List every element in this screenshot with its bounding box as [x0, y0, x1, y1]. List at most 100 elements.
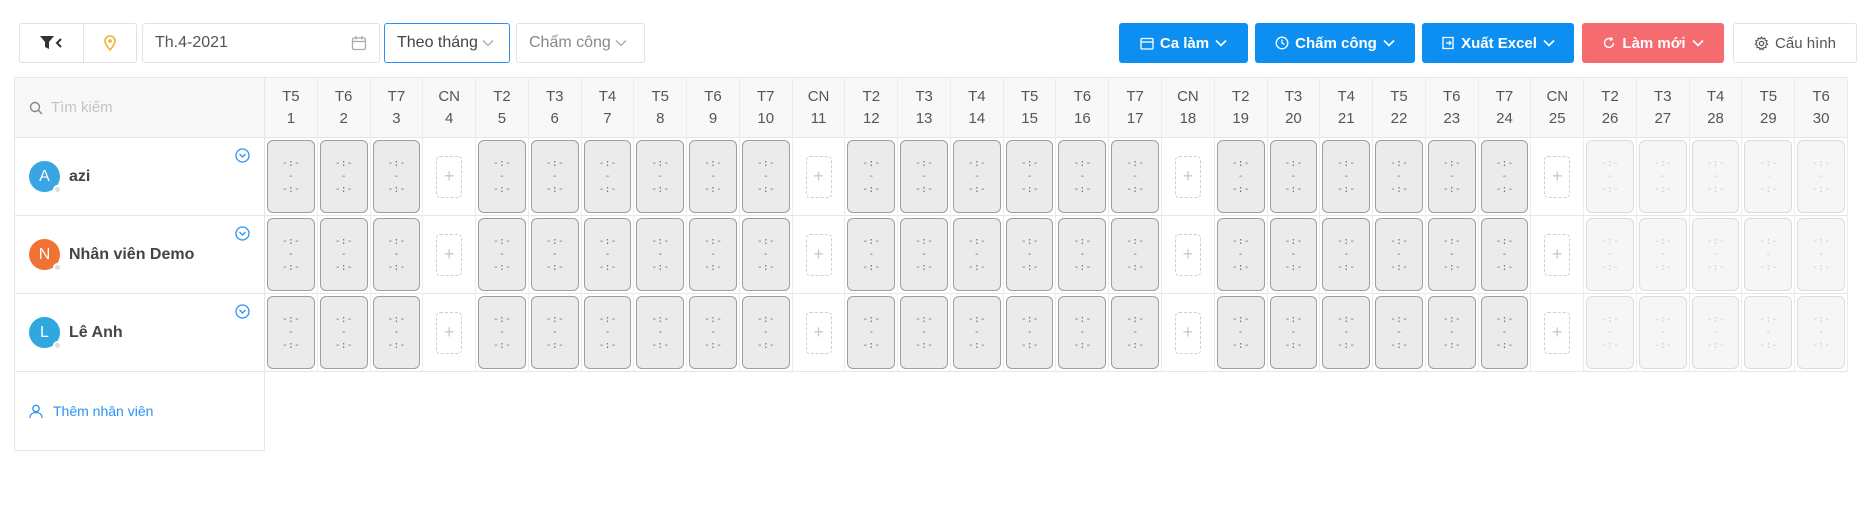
- shift-cell[interactable]: -:- - -:-: [1322, 140, 1371, 213]
- shift-cell[interactable]: -:- - -:-: [900, 140, 948, 213]
- cham-cong-button[interactable]: Chấm công: [1255, 23, 1415, 63]
- shift-cell[interactable]: -:- - -:-: [741, 296, 790, 369]
- shift-cell[interactable]: -:- - -:-: [1691, 218, 1740, 291]
- lam-moi-button[interactable]: Làm mới: [1582, 23, 1724, 63]
- shift-cell[interactable]: -:- - -:-: [319, 218, 368, 291]
- view-select[interactable]: Theo tháng: [384, 23, 510, 63]
- shift-cell[interactable]: -:- - -:-: [1744, 140, 1793, 213]
- shift-cell[interactable]: -:- - -:-: [952, 218, 1001, 291]
- xuat-excel-button[interactable]: Xuất Excel: [1422, 23, 1574, 63]
- shift-cell[interactable]: -:- - -:-: [319, 140, 368, 213]
- shift-cell[interactable]: -:- - -:-: [847, 218, 896, 291]
- shift-cell[interactable]: -:- - -:-: [1691, 296, 1740, 369]
- shift-cell[interactable]: -:- - -:-: [1375, 218, 1423, 291]
- shift-cell[interactable]: -:- - -:-: [1744, 296, 1793, 369]
- shift-cell[interactable]: -:- - -:-: [530, 140, 579, 213]
- add-shift-button[interactable]: +: [1174, 233, 1201, 276]
- shift-cell[interactable]: -:- - -:-: [1216, 296, 1265, 369]
- shift-cell[interactable]: -:- - -:-: [1638, 218, 1687, 291]
- shift-cell[interactable]: -:- - -:-: [583, 140, 632, 213]
- shift-cell[interactable]: -:- - -:-: [372, 140, 421, 213]
- shift-cell[interactable]: -:- - -:-: [583, 296, 632, 369]
- shift-cell[interactable]: -:- - -:-: [1111, 296, 1160, 369]
- add-shift-button[interactable]: +: [805, 233, 832, 276]
- shift-cell[interactable]: -:- - -:-: [1269, 218, 1318, 291]
- shift-cell[interactable]: -:- - -:-: [1005, 218, 1054, 291]
- shift-cell[interactable]: -:- - -:-: [1005, 140, 1054, 213]
- shift-cell[interactable]: -:- - -:-: [952, 296, 1001, 369]
- shift-cell[interactable]: -:- - -:-: [478, 296, 526, 369]
- shift-cell[interactable]: -:- - -:-: [1797, 218, 1845, 291]
- shift-cell[interactable]: -:- - -:-: [900, 296, 948, 369]
- shift-cell[interactable]: -:- - -:-: [1058, 140, 1107, 213]
- shift-cell[interactable]: -:- - -:-: [319, 296, 368, 369]
- chevron-down-circle-icon[interactable]: [235, 226, 250, 246]
- add-shift-button[interactable]: +: [1544, 311, 1571, 354]
- add-employee-button[interactable]: Thêm nhân viên: [14, 372, 265, 451]
- shift-cell[interactable]: -:- - -:-: [1480, 140, 1529, 213]
- shift-cell[interactable]: -:- - -:-: [478, 218, 526, 291]
- add-shift-button[interactable]: +: [805, 155, 832, 198]
- shift-cell[interactable]: -:- - -:-: [952, 140, 1001, 213]
- shift-cell[interactable]: -:- - -:-: [636, 218, 685, 291]
- cau-hinh-button[interactable]: Cấu hình: [1733, 23, 1857, 63]
- shift-cell[interactable]: -:- - -:-: [1322, 218, 1371, 291]
- add-shift-button[interactable]: +: [436, 155, 463, 198]
- shift-cell[interactable]: -:- - -:-: [1427, 218, 1476, 291]
- chevron-down-circle-icon[interactable]: [235, 304, 250, 324]
- shift-cell[interactable]: -:- - -:-: [1375, 140, 1423, 213]
- shift-cell[interactable]: -:- - -:-: [267, 296, 315, 369]
- shift-cell[interactable]: -:- - -:-: [1586, 296, 1634, 369]
- shift-cell[interactable]: -:- - -:-: [372, 218, 421, 291]
- add-shift-button[interactable]: +: [436, 233, 463, 276]
- shift-cell[interactable]: -:- - -:-: [741, 140, 790, 213]
- shift-cell[interactable]: -:- - -:-: [1005, 296, 1054, 369]
- shift-cell[interactable]: -:- - -:-: [636, 140, 685, 213]
- shift-cell[interactable]: -:- - -:-: [847, 140, 896, 213]
- shift-cell[interactable]: -:- - -:-: [1322, 296, 1371, 369]
- shift-cell[interactable]: -:- - -:-: [847, 296, 896, 369]
- shift-cell[interactable]: -:- - -:-: [1269, 296, 1318, 369]
- location-button[interactable]: [82, 24, 136, 62]
- shift-cell[interactable]: -:- - -:-: [1586, 218, 1634, 291]
- shift-cell[interactable]: -:- - -:-: [1797, 296, 1845, 369]
- shift-cell[interactable]: -:- - -:-: [689, 140, 737, 213]
- shift-cell[interactable]: -:- - -:-: [636, 296, 685, 369]
- shift-cell[interactable]: -:- - -:-: [1269, 140, 1318, 213]
- shift-cell[interactable]: -:- - -:-: [1058, 296, 1107, 369]
- shift-cell[interactable]: -:- - -:-: [1375, 296, 1423, 369]
- shift-cell[interactable]: -:- - -:-: [1216, 218, 1265, 291]
- shift-cell[interactable]: -:- - -:-: [900, 218, 948, 291]
- shift-cell[interactable]: -:- - -:-: [1058, 218, 1107, 291]
- shift-cell[interactable]: -:- - -:-: [1427, 140, 1476, 213]
- shift-cell[interactable]: -:- - -:-: [1586, 140, 1634, 213]
- shift-cell[interactable]: -:- - -:-: [478, 140, 526, 213]
- shift-cell[interactable]: -:- - -:-: [1427, 296, 1476, 369]
- add-shift-button[interactable]: +: [436, 311, 463, 354]
- shift-cell[interactable]: -:- - -:-: [741, 218, 790, 291]
- shift-cell[interactable]: -:- - -:-: [1638, 296, 1687, 369]
- add-shift-button[interactable]: +: [1544, 155, 1571, 198]
- shift-cell[interactable]: -:- - -:-: [1111, 218, 1160, 291]
- shift-cell[interactable]: -:- - -:-: [530, 296, 579, 369]
- shift-cell[interactable]: -:- - -:-: [583, 218, 632, 291]
- shift-cell[interactable]: -:- - -:-: [1691, 140, 1740, 213]
- shift-cell[interactable]: -:- - -:-: [1480, 218, 1529, 291]
- ca-lam-button[interactable]: Ca làm: [1119, 23, 1248, 63]
- shift-cell[interactable]: -:- - -:-: [1797, 140, 1845, 213]
- shift-cell[interactable]: -:- - -:-: [1111, 140, 1160, 213]
- filter-collapse-button[interactable]: [20, 24, 83, 62]
- month-picker[interactable]: Th.4-2021: [142, 23, 380, 63]
- add-shift-button[interactable]: +: [805, 311, 832, 354]
- chevron-down-circle-icon[interactable]: [235, 148, 250, 168]
- shift-cell[interactable]: -:- - -:-: [267, 218, 315, 291]
- shift-cell[interactable]: -:- - -:-: [689, 218, 737, 291]
- mode-select[interactable]: Chấm công: [516, 23, 645, 63]
- shift-cell[interactable]: -:- - -:-: [372, 296, 421, 369]
- add-shift-button[interactable]: +: [1544, 233, 1571, 276]
- shift-cell[interactable]: -:- - -:-: [1216, 140, 1265, 213]
- shift-cell[interactable]: -:- - -:-: [1638, 140, 1687, 213]
- shift-cell[interactable]: -:- - -:-: [1744, 218, 1793, 291]
- search-box[interactable]: Tìm kiếm: [14, 77, 265, 138]
- shift-cell[interactable]: -:- - -:-: [267, 140, 315, 213]
